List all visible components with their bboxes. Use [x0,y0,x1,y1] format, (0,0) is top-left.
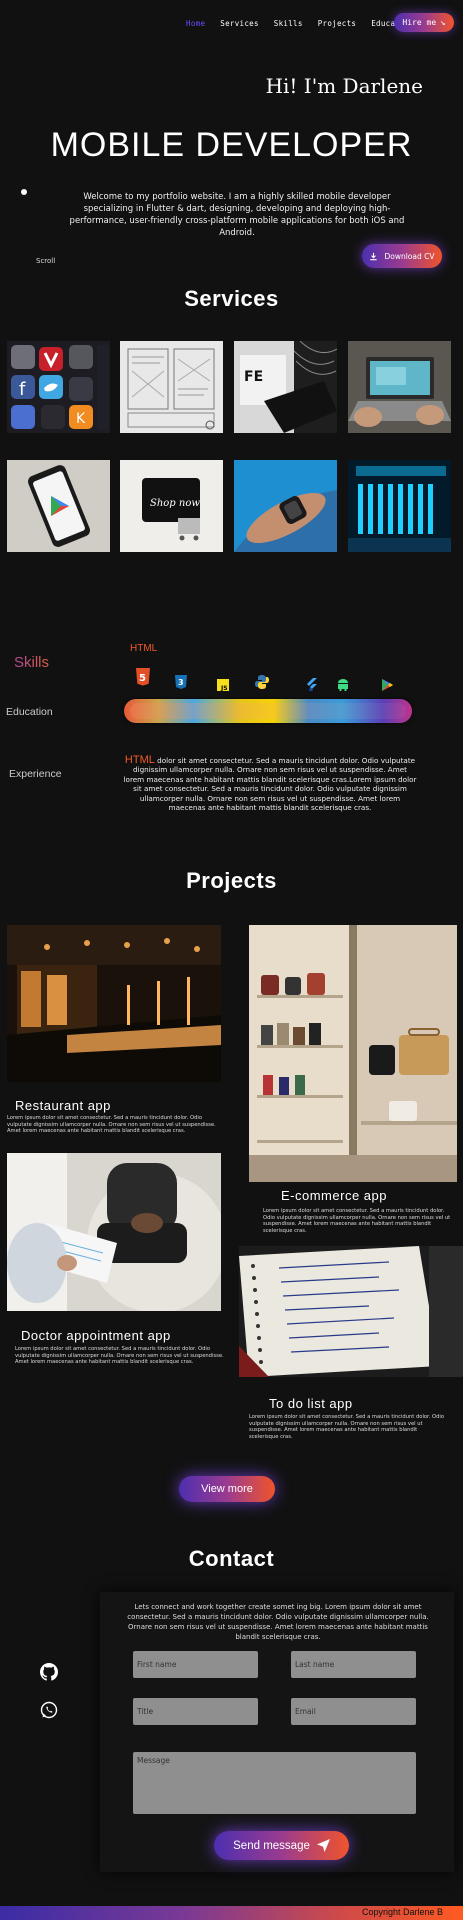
copyright-text: Copyright Darlene B [361,1907,443,1917]
project-doctor-title[interactable]: Doctor appointment app [21,1328,171,1343]
contact-title: Contact [188,1546,275,1571]
service-wireframe-image[interactable] [120,341,223,433]
scroll-indicator-dot [21,189,27,195]
android-icon[interactable] [337,676,349,695]
send-message-label: Send message [233,1839,310,1852]
project-doctor-image[interactable] [7,1153,221,1311]
project-ecommerce-image[interactable] [249,925,457,1182]
hire-me-label: Hire me [402,18,437,27]
hero-headline: MOBILE DEVELOPER [50,126,413,164]
svg-text:5: 5 [139,673,146,684]
javascript-icon[interactable]: JS [217,676,229,695]
message-textarea[interactable] [133,1752,416,1814]
svg-text:f: f [19,379,26,400]
scroll-label[interactable]: Scroll [36,257,55,265]
nav-projects[interactable]: Projects [318,19,357,28]
svg-text:JS: JS [220,685,228,691]
python-icon[interactable] [255,674,269,693]
send-message-button[interactable]: Send message [214,1831,349,1860]
nav-skills[interactable]: Skills [274,19,303,28]
contact-intro: Lets connect and work together create so… [127,1603,429,1641]
hero-intro: Welcome to my portfolio website. I am a … [69,192,405,238]
project-ecommerce-title[interactable]: E-commerce app [281,1188,387,1203]
project-restaurant-desc: Lorem ipsum dolor sit amet consectetur. … [7,1115,216,1135]
view-more-button[interactable]: View more [179,1476,275,1502]
project-todo-image[interactable] [239,1246,463,1377]
hero-greeting: Hi! I'm Darlene [265,74,423,98]
project-todo-desc: Lorem ipsum dolor sit amet consectetur. … [249,1414,445,1440]
project-ecommerce-desc: Lorem ipsum dolor sit amet consectetur. … [263,1208,451,1234]
email-input[interactable] [291,1698,416,1725]
project-todo-title[interactable]: To do list app [269,1396,353,1411]
service-laptop-hands-image[interactable] [348,341,451,433]
service-shop-now-tablet-image[interactable]: Shop now [120,460,223,552]
flutter-icon[interactable] [306,676,317,695]
html5-icon[interactable]: 5 [135,668,151,690]
first-name-input[interactable] [133,1651,258,1678]
download-icon [370,252,378,260]
title-input[interactable] [133,1698,258,1725]
project-restaurant-image[interactable] [7,925,221,1082]
svg-text:FE: FE [244,369,263,385]
skill-progress-bar [124,699,412,723]
project-restaurant-title[interactable]: Restaurant app [15,1098,111,1113]
github-icon[interactable] [40,1663,58,1685]
play-store-icon[interactable] [382,676,393,695]
css3-icon[interactable]: 3 [175,674,187,693]
tab-education[interactable]: Education [6,706,53,718]
tab-skills[interactable]: Skills [14,654,49,671]
project-doctor-desc: Lorem ipsum dolor sit amet consectetur. … [15,1346,224,1366]
skill-description-highlight: HTML [124,754,155,766]
download-cv-button[interactable]: Download CV [362,244,442,268]
tab-experience[interactable]: Experience [9,768,62,780]
service-developer-laptop-image[interactable]: FE [234,341,337,433]
send-icon [316,1839,330,1852]
service-social-media-image[interactable]: f K [7,341,110,433]
last-name-input[interactable] [291,1651,416,1678]
active-skill-label: HTML [130,643,158,654]
svg-text:3: 3 [178,678,184,687]
nav-home[interactable]: Home [186,19,205,28]
services-title: Services [184,286,279,311]
service-server-rack-image[interactable] [348,460,451,552]
skill-description: HTML dolor sit amet consectetur. Sed a m… [122,754,418,813]
hire-me-button[interactable]: Hire me ↘ [394,13,454,32]
whatsapp-icon[interactable] [40,1701,58,1723]
svg-text:Shop now: Shop now [150,498,200,509]
skill-description-text: dolor sit amet consectetur. Sed a mauris… [123,756,417,813]
projects-title: Projects [186,868,277,893]
nav-services[interactable]: Services [220,19,259,28]
footer: Copyright Darlene B [0,1906,463,1920]
service-smartwatch-image[interactable] [234,460,337,552]
svg-text:K: K [76,411,86,427]
download-cv-label: Download CV [384,251,435,261]
service-play-store-phone-image[interactable] [7,460,110,552]
arrow-down-right-icon: ↘ [440,17,446,28]
